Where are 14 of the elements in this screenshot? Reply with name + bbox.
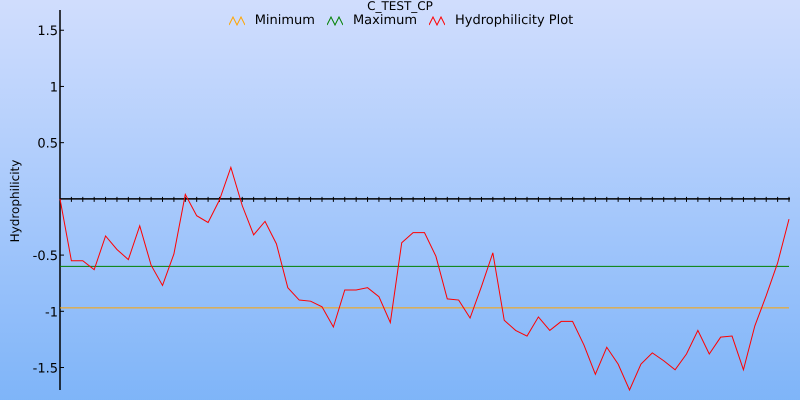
tick-label: 1: [50, 80, 58, 96]
legend-label: Maximum: [352, 13, 418, 29]
tick-label: -1.5: [32, 362, 58, 377]
legend-zigzag-icon: [326, 16, 343, 26]
legend-zigzag-icon: [228, 16, 245, 26]
legend-zigzag-icon: [429, 16, 446, 26]
tick-label: 0.5: [37, 136, 58, 152]
axis-label: Hydrophilicity: [8, 160, 22, 242]
tick-label: -0.5: [32, 249, 58, 264]
tick-label: -1: [45, 305, 58, 320]
tick-label: 1.5: [37, 24, 58, 40]
legend-label: Minimum: [254, 13, 315, 29]
chart-title: C_TEST_CP: [367, 0, 433, 13]
legend-label: Hydrophilicity Plot: [455, 13, 574, 29]
